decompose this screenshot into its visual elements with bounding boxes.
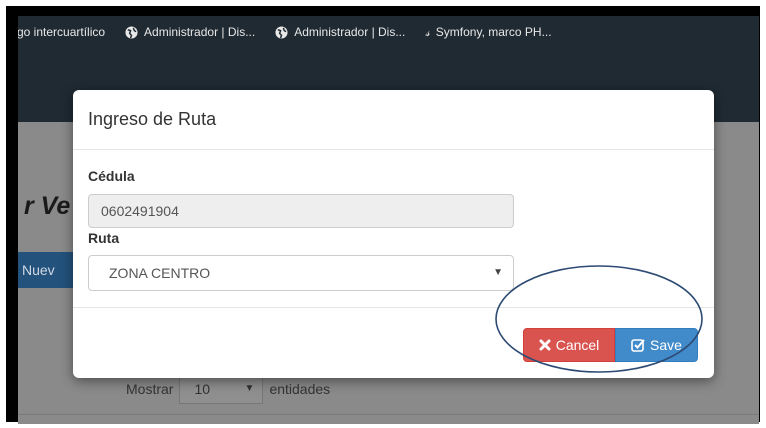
save-button[interactable]: Save: [615, 328, 698, 362]
new-button[interactable]: Nuev: [18, 252, 78, 288]
ruta-select[interactable]: ZONA CENTRO ▼: [88, 255, 514, 291]
bookmark-label: go intercuartílico: [18, 25, 106, 39]
globe-icon: [275, 25, 288, 39]
bookmark-label: Symfony, marco PH...: [435, 25, 552, 39]
entries-length-select[interactable]: 10 ▼: [179, 374, 264, 404]
cancel-button[interactable]: Cancel: [523, 328, 615, 362]
bookmark-item[interactable]: Administrador | Dis...: [125, 25, 255, 39]
cancel-label: Cancel: [555, 337, 600, 353]
chevron-down-icon: ▼: [493, 267, 503, 278]
show-suffix: entidades: [269, 381, 331, 397]
bookmark-item[interactable]: Administrador | Dis...: [275, 25, 405, 39]
cedula-label: Cédula: [88, 168, 135, 184]
entries-length-value: 10: [194, 381, 211, 397]
chevron-down-icon: ▼: [244, 383, 255, 394]
browser-window: go intercuartílico Administrador | Dis..…: [18, 16, 759, 424]
modal-header: Ingreso de Ruta: [73, 90, 714, 150]
entries-length-control: Mostrar 10 ▼ entidades: [126, 374, 330, 404]
symfony-icon: 𝓈: [425, 24, 430, 39]
modal-title: Ingreso de Ruta: [88, 109, 217, 129]
bookmarks-bar: go intercuartílico Administrador | Dis..…: [18, 16, 759, 48]
show-prefix: Mostrar: [126, 381, 174, 397]
save-label: Save: [650, 337, 682, 353]
ruta-selected-value: ZONA CENTRO: [109, 265, 211, 281]
globe-icon: [125, 25, 138, 39]
ruta-label: Ruta: [88, 230, 120, 246]
modal-body: Cédula 0602491904 Ruta ZONA CENTRO ▼: [73, 150, 714, 308]
bookmark-item[interactable]: go intercuartílico: [18, 25, 105, 39]
table-header: [18, 414, 759, 424]
bookmark-label: Administrador | Dis...: [144, 25, 256, 39]
check-square-icon: [631, 339, 645, 352]
screenshot-frame: go intercuartílico Administrador | Dis..…: [6, 6, 760, 424]
route-modal: Ingreso de Ruta Cédula 0602491904 Ruta Z…: [73, 90, 714, 378]
modal-footer: Cancel Save: [73, 308, 714, 378]
page-heading: r Ve: [24, 192, 71, 220]
bookmark-label: Administrador | Dis...: [294, 25, 406, 39]
bookmark-item[interactable]: 𝓈 Symfony, marco PH...: [425, 25, 551, 40]
cedula-field[interactable]: 0602491904: [88, 194, 514, 228]
close-icon: [539, 339, 551, 351]
